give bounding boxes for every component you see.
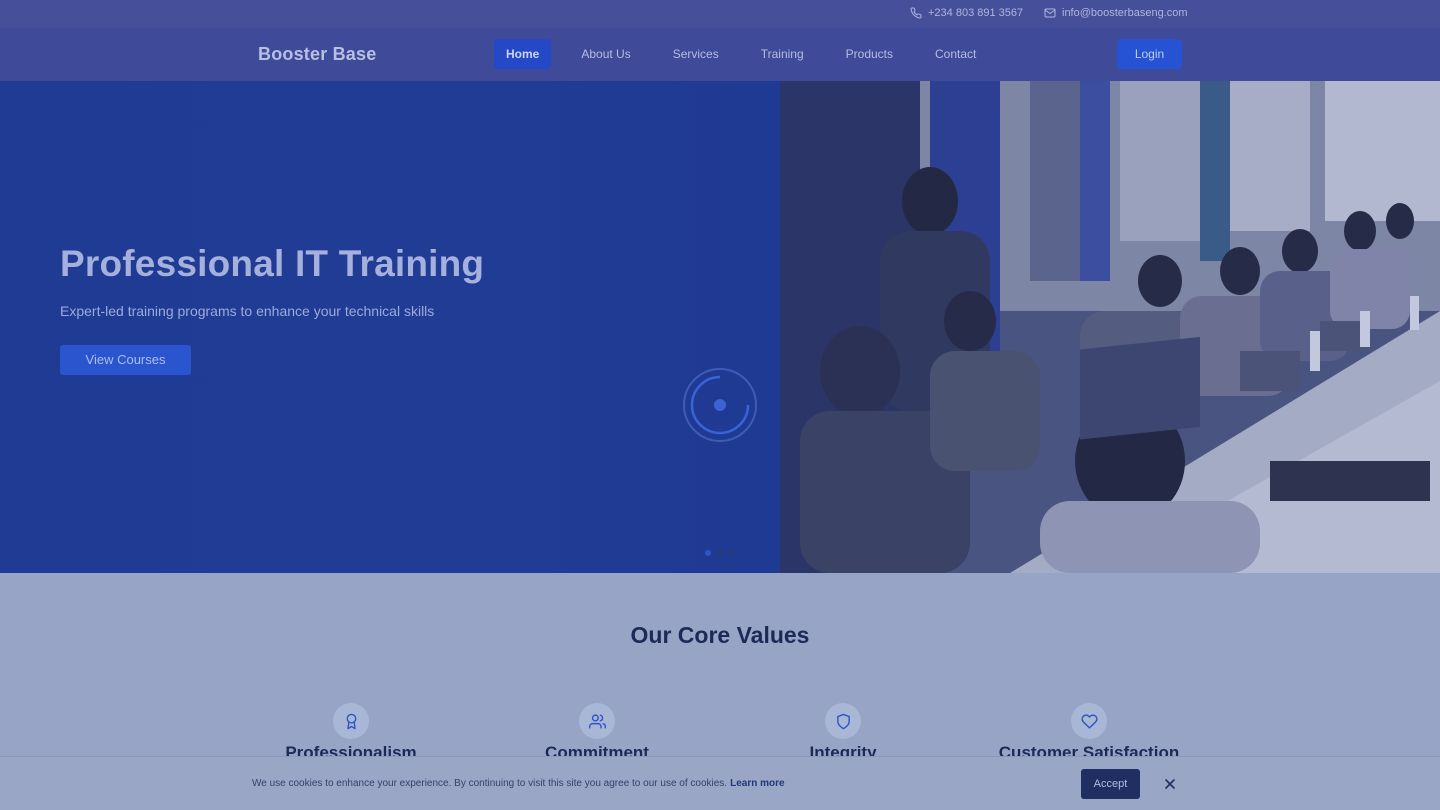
accept-cookies-button[interactable]: Accept: [1081, 769, 1140, 799]
email-address: info@boosterbaseng.com: [1062, 7, 1188, 19]
close-icon[interactable]: [1163, 777, 1177, 791]
slider-dot-2[interactable]: [717, 550, 723, 556]
slider-dot-3[interactable]: [729, 550, 735, 556]
mail-icon: [1044, 8, 1056, 18]
users-icon: [579, 703, 615, 739]
contact-bar: +234 803 891 3567 info@boosterbaseng.com: [0, 0, 1440, 28]
cookie-banner: We use cookies to enhance your experienc…: [0, 756, 1440, 810]
slider-dot-1[interactable]: [705, 550, 711, 556]
value-card-professionalism: Professionalism: [221, 703, 481, 763]
view-courses-button[interactable]: View Courses: [60, 345, 191, 375]
value-card-commitment: Commitment: [467, 703, 727, 763]
nav-item-about-us[interactable]: About Us: [569, 39, 642, 69]
nav-item-services[interactable]: Services: [661, 39, 731, 69]
hero-overlay: [0, 81, 780, 573]
login-button[interactable]: Login: [1117, 39, 1182, 69]
award-icon: [333, 703, 369, 739]
phone-icon: [910, 7, 922, 19]
phone-contact[interactable]: +234 803 891 3567: [910, 7, 1023, 19]
loading-spinner-icon: [683, 368, 757, 442]
hero-image: [780, 81, 1440, 573]
hero-subtitle: Expert-led training programs to enhance …: [60, 303, 435, 319]
value-card-integrity: Integrity: [713, 703, 973, 763]
learn-more-link[interactable]: Learn more: [730, 778, 784, 789]
slider-dots: [705, 550, 735, 556]
nav-item-home[interactable]: Home: [494, 39, 552, 69]
nav-menu: Home About Us Services Training Products…: [494, 39, 1006, 69]
cookie-text: We use cookies to enhance your experienc…: [252, 778, 728, 789]
core-values-title: Our Core Values: [630, 622, 810, 648]
email-contact[interactable]: info@boosterbaseng.com: [1044, 7, 1188, 19]
phone-number: +234 803 891 3567: [928, 7, 1024, 19]
cookie-message: We use cookies to enhance your experienc…: [252, 778, 785, 789]
brand-logo[interactable]: Booster Base: [258, 44, 376, 65]
shield-icon: [825, 703, 861, 739]
nav-item-contact[interactable]: Contact: [923, 39, 988, 69]
nav-item-products[interactable]: Products: [834, 39, 905, 69]
hero-title: Professional IT Training: [60, 243, 485, 284]
value-card-customer-satisfaction: Customer Satisfaction: [959, 703, 1219, 763]
hero-slider: Professional IT Training Expert-led trai…: [0, 81, 1440, 573]
heart-icon: [1071, 703, 1107, 739]
nav-item-training[interactable]: Training: [749, 39, 816, 69]
main-navbar: Booster Base Home About Us Services Trai…: [0, 28, 1440, 81]
